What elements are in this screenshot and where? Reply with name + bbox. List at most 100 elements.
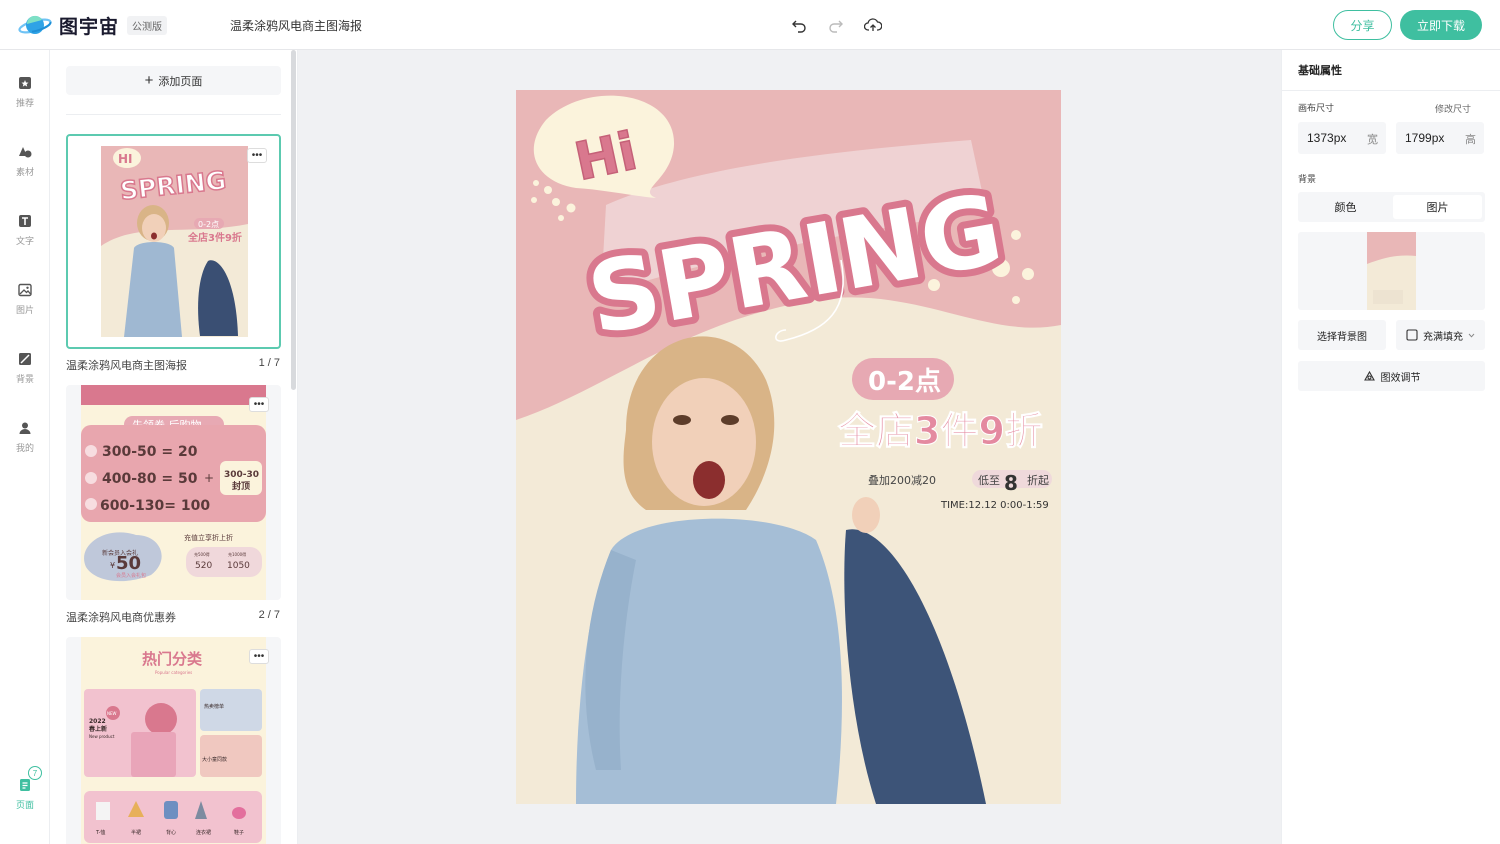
svg-text:封顶: 封顶 xyxy=(232,480,250,492)
download-button[interactable]: 立即下载 xyxy=(1400,10,1482,40)
poster-low-number: 8 xyxy=(1004,471,1018,495)
page-count-badge: 7 xyxy=(28,766,42,780)
svg-text:50: 50 xyxy=(116,553,141,574)
fill-mode-icon xyxy=(1406,329,1418,341)
rail-item-materials[interactable]: 素材 xyxy=(0,140,50,190)
rail-item-mine[interactable]: 我的 xyxy=(0,416,50,466)
beta-badge: 公测版 xyxy=(127,16,167,35)
svg-text:热卖榜单: 热卖榜单 xyxy=(204,703,224,710)
pages-scrollbar[interactable] xyxy=(291,50,296,390)
background-preview[interactable] xyxy=(1298,232,1485,310)
chevron-down-icon xyxy=(1468,333,1475,338)
properties-title: 基础属性 xyxy=(1298,65,1342,77)
background-type-switch: 颜色 图片 xyxy=(1298,192,1485,222)
svg-text:300-50 = 20: 300-50 = 20 xyxy=(102,444,198,460)
user-icon xyxy=(19,422,31,434)
undo-icon xyxy=(792,20,806,33)
poster-time-badge: 0-2点 xyxy=(868,366,941,397)
panel-divider xyxy=(66,114,281,115)
poster-low-prefix: 低至 xyxy=(978,474,1000,487)
background-icon xyxy=(19,353,31,365)
plus-icon: + xyxy=(144,72,154,89)
rail-item-text[interactable]: 文字 xyxy=(0,209,50,259)
shapes-icon xyxy=(19,147,32,158)
svg-text:半裙: 半裙 xyxy=(131,829,141,836)
svg-text:¥: ¥ xyxy=(110,561,115,570)
cloud-save-button[interactable] xyxy=(861,13,885,37)
tab-image[interactable]: 图片 xyxy=(1393,195,1482,219)
poster-canvas[interactable]: Hi SPRING SPRING 0-2点 全店3件9折 叠加200减20 低至… xyxy=(516,90,1061,804)
thumb1-time-text: 0-2点 xyxy=(198,220,219,229)
rail-item-recommend[interactable]: 推荐 xyxy=(0,71,50,121)
edit-size-link[interactable]: 修改尺寸 xyxy=(1435,102,1471,115)
document-title[interactable]: 温柔涂鸦风电商主图海报 xyxy=(230,17,362,34)
page-thumbnail-2[interactable]: 先领券 后购物 300-50 = 20 400-80 = 50 600-130=… xyxy=(66,385,281,600)
svg-text:Popular categories: Popular categories xyxy=(155,670,192,675)
rail-item-images[interactable]: 图片 xyxy=(0,278,50,328)
svg-text:春上新: 春上新 xyxy=(88,725,107,733)
add-page-button[interactable]: + 添加页面 xyxy=(66,66,281,95)
effects-icon xyxy=(1363,370,1375,381)
undo-button[interactable] xyxy=(787,13,811,37)
fill-mode-select[interactable]: 充满填充 xyxy=(1396,320,1485,350)
brand-name: 图宇宙 xyxy=(59,17,120,38)
poster-low-suffix: 折起 xyxy=(1027,473,1049,487)
page-thumbnail-1-preview: HI SPRING 0-2点 全店3件9折 xyxy=(101,146,248,337)
page-thumbnail-3[interactable]: 热门分类 Popular categories 2022 春上新 New pro… xyxy=(66,637,281,844)
rail-item-background[interactable]: 背景 xyxy=(0,347,50,397)
svg-text:连衣裙: 连衣裙 xyxy=(196,829,211,836)
svg-text:New product: New product xyxy=(89,734,115,739)
poster-time-detail: TIME:12.12 0:00-1:59 xyxy=(940,500,1049,511)
svg-text:+: + xyxy=(204,471,214,485)
svg-text:充值立享折上折: 充值立享折上折 xyxy=(184,533,233,542)
canvas-area: Hi SPRING SPRING 0-2点 全店3件9折 叠加200减20 低至… xyxy=(298,50,1281,844)
page-2-title: 温柔涂鸦风电商优惠券 xyxy=(66,612,176,624)
tab-color[interactable]: 颜色 xyxy=(1301,195,1390,219)
svg-text:300-30: 300-30 xyxy=(224,470,259,480)
svg-text:2022: 2022 xyxy=(89,718,106,725)
planet-logo-icon[interactable] xyxy=(18,11,52,39)
page-1-title: 温柔涂鸦风电商主图海报 xyxy=(66,360,187,372)
rail-item-pages[interactable]: 页面 xyxy=(0,773,50,823)
page-2-more-button[interactable]: ••• xyxy=(249,397,269,412)
svg-text:1050: 1050 xyxy=(227,561,250,571)
poster-stack-text: 叠加200减20 xyxy=(868,474,936,487)
background-label: 背景 xyxy=(1298,174,1317,184)
page-thumbnail-3-preview: 热门分类 Popular categories 2022 春上新 New pro… xyxy=(81,637,266,844)
svg-text:NEW: NEW xyxy=(107,711,117,716)
thumb1-hi-text: HI xyxy=(118,152,133,166)
pages-icon xyxy=(20,779,30,791)
svg-text:鞋子: 鞋子 xyxy=(234,829,244,836)
poster-artwork: Hi SPRING SPRING 0-2点 全店3件9折 叠加200减20 低至… xyxy=(516,90,1061,804)
top-bar: 图宇宙 公测版 温柔涂鸦风电商主图海报 分享 立即下载 xyxy=(0,0,1500,50)
svg-text:热门分类: 热门分类 xyxy=(142,650,203,668)
page-1-more-button[interactable]: ••• xyxy=(247,148,267,163)
canvas-width-field[interactable]: 1373px 宽 xyxy=(1298,122,1386,154)
image-icon xyxy=(18,283,32,297)
svg-text:充500得: 充500得 xyxy=(194,551,210,557)
page-1-number: 1 / 7 xyxy=(258,357,280,369)
redo-icon xyxy=(829,20,843,33)
svg-text:600-130= 100: 600-130= 100 xyxy=(100,498,210,514)
canvas-height-field[interactable]: 1799px 高 xyxy=(1396,122,1484,154)
choose-background-button[interactable]: 选择背景图 xyxy=(1298,320,1386,350)
poster-hi-text: Hi xyxy=(570,122,642,193)
share-button[interactable]: 分享 xyxy=(1333,10,1392,40)
svg-text:T-恤: T-恤 xyxy=(95,829,105,836)
thumb1-promo-text: 全店3件9折 xyxy=(187,231,242,244)
svg-text:400-80 = 50: 400-80 = 50 xyxy=(102,471,198,487)
cloud-upload-icon xyxy=(864,18,882,31)
page-2-number: 2 / 7 xyxy=(258,609,280,621)
properties-divider xyxy=(1282,90,1500,91)
redo-button[interactable] xyxy=(824,13,848,37)
canvas-size-label: 画布尺寸 xyxy=(1298,103,1335,113)
template-icon xyxy=(19,77,31,89)
pages-panel: + 添加页面 HI SPRING 0-2点 全店3件9折 ••• 温柔涂鸦风电商… xyxy=(50,50,298,844)
page-3-more-button[interactable]: ••• xyxy=(249,649,269,664)
page-thumbnail-1[interactable]: HI SPRING 0-2点 全店3件9折 ••• xyxy=(66,134,281,349)
left-tool-rail: 推荐 素材 文字 图片 背景 我的 页面 7 xyxy=(0,50,50,844)
effects-adjust-button[interactable]: 图效调节 xyxy=(1298,361,1485,391)
text-icon xyxy=(19,215,31,227)
page-thumbnail-2-preview: 先领券 后购物 300-50 = 20 400-80 = 50 600-130=… xyxy=(81,385,266,600)
svg-text:会员入会礼包: 会员入会礼包 xyxy=(116,572,146,579)
